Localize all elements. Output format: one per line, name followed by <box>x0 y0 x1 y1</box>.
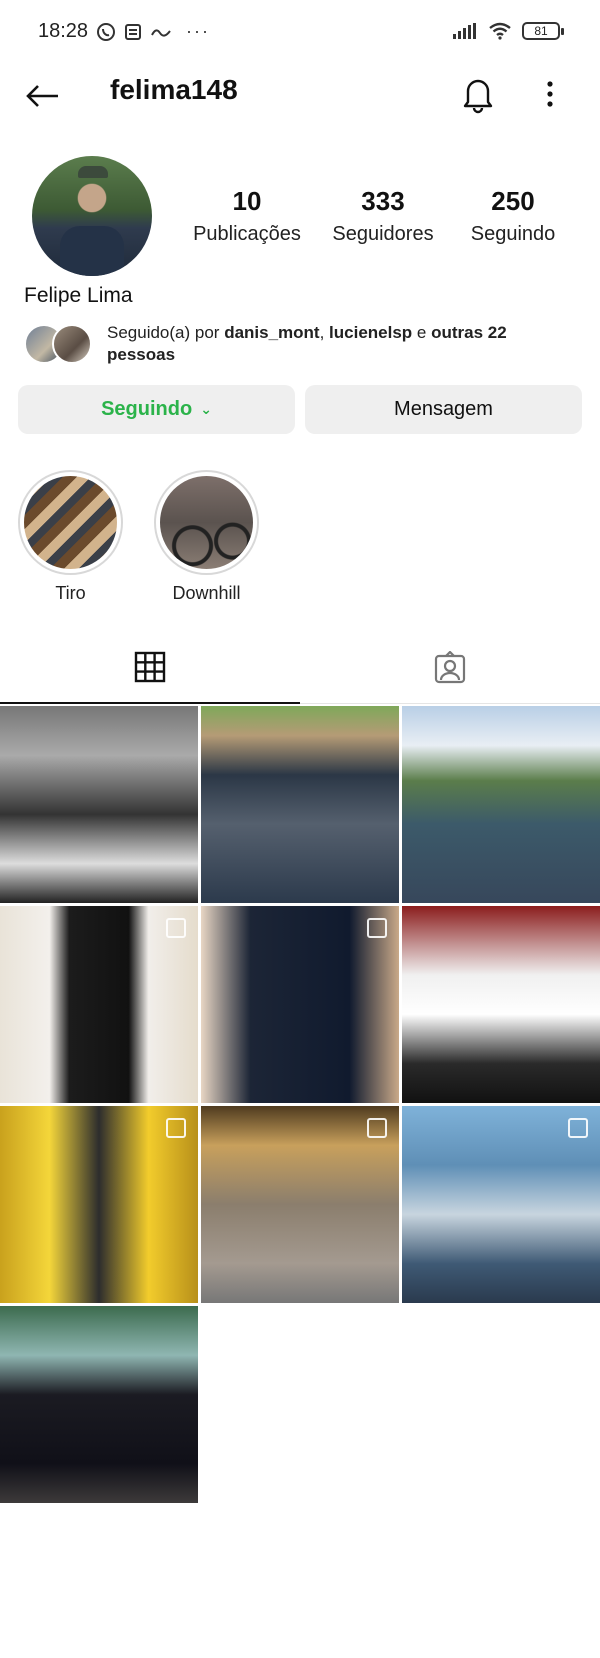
highlight-tiro[interactable]: Tiro <box>18 470 123 604</box>
multiple-photos-icon <box>568 1118 588 1138</box>
following-count: 250 <box>491 186 535 216</box>
followers-count: 333 <box>361 186 405 216</box>
more-notifications-icon: ··· <box>186 21 210 41</box>
post-thumbnail[interactable] <box>0 706 198 903</box>
highlight-downhill[interactable]: Downhill <box>154 470 259 604</box>
whatsapp-icon <box>97 22 115 41</box>
profile-username: felima148 <box>110 74 238 105</box>
tagged-icon <box>434 651 466 684</box>
post-thumbnail[interactable] <box>0 1106 198 1303</box>
arrow-left-icon <box>26 85 58 107</box>
status-right-icons: 81 <box>452 22 564 40</box>
following-label: Seguindo <box>470 223 556 245</box>
mutual-avatars <box>24 324 94 364</box>
mutual-user-2: lucienelsp <box>329 323 413 342</box>
followed-by-separator: , <box>319 323 330 342</box>
highlight-label: Tiro <box>55 583 86 603</box>
mutual-user-1: danis_mont <box>224 323 320 342</box>
highlight-cover <box>160 476 253 569</box>
post-thumbnail[interactable] <box>402 706 600 903</box>
profile-tabs <box>0 632 600 704</box>
stat-followers[interactable]: 333 Seguidores <box>318 186 448 246</box>
stat-following[interactable]: 250 Seguindo <box>448 186 578 246</box>
app-logo-icon <box>151 28 171 37</box>
chevron-down-icon: ⌄ <box>200 401 212 417</box>
followed-by-connector: e <box>412 323 432 342</box>
post-thumbnail[interactable] <box>201 906 399 1103</box>
multiple-photos-icon <box>367 1118 387 1138</box>
highlight-ring <box>154 470 259 575</box>
multiple-photos-icon <box>367 918 387 938</box>
posts-count: 10 <box>232 186 262 216</box>
wifi-icon <box>489 22 511 40</box>
multiple-photos-icon <box>166 918 186 938</box>
highlight-cover <box>24 476 117 569</box>
post-thumbnail[interactable] <box>402 906 600 1103</box>
post-thumbnail[interactable] <box>0 1306 198 1503</box>
followed-by-prefix: Seguido(a) por <box>107 323 225 342</box>
stat-posts[interactable]: 10 Publicações <box>182 186 312 246</box>
notifications-button[interactable] <box>458 72 498 116</box>
avatar <box>52 324 92 364</box>
back-button[interactable] <box>22 76 62 116</box>
more-options-button[interactable] <box>534 74 566 114</box>
notes-icon <box>125 23 141 40</box>
grid-icon <box>134 651 166 683</box>
followers-label: Seguidores <box>332 223 434 245</box>
status-left-icons: ··· <box>96 21 210 42</box>
message-button-label: Mensagem <box>394 398 493 420</box>
post-thumbnail[interactable] <box>0 906 198 1103</box>
multiple-photos-icon <box>166 1118 186 1138</box>
status-bar: 18:28 ··· 81 <box>0 0 600 66</box>
profile-avatar[interactable] <box>32 156 152 276</box>
profile-full-name: Felipe Lima <box>24 284 133 307</box>
status-time: 18:28 <box>38 20 89 42</box>
message-button[interactable]: Mensagem <box>305 385 582 434</box>
more-vertical-icon <box>547 81 553 107</box>
tab-posts-grid[interactable] <box>0 632 300 704</box>
posts-label: Publicações <box>193 223 301 245</box>
tab-tagged[interactable] <box>300 632 600 704</box>
followed-by-text: Seguido(a) por danis_mont, lucienelsp e … <box>107 322 577 366</box>
post-thumbnail[interactable] <box>201 1106 399 1303</box>
post-thumbnail[interactable] <box>201 706 399 903</box>
signal-icon <box>453 23 476 39</box>
highlight-label: Downhill <box>172 583 241 603</box>
bell-icon <box>463 79 493 114</box>
post-thumbnail[interactable] <box>402 1106 600 1303</box>
following-button-label: Seguindo <box>101 398 193 420</box>
profile-header: felima148 <box>0 66 600 122</box>
highlight-ring <box>18 470 123 575</box>
followed-by[interactable]: Seguido(a) por danis_mont, lucienelsp e … <box>24 322 584 372</box>
following-button[interactable]: Seguindo ⌄ <box>18 385 295 434</box>
battery-icon: 81 <box>522 22 564 40</box>
